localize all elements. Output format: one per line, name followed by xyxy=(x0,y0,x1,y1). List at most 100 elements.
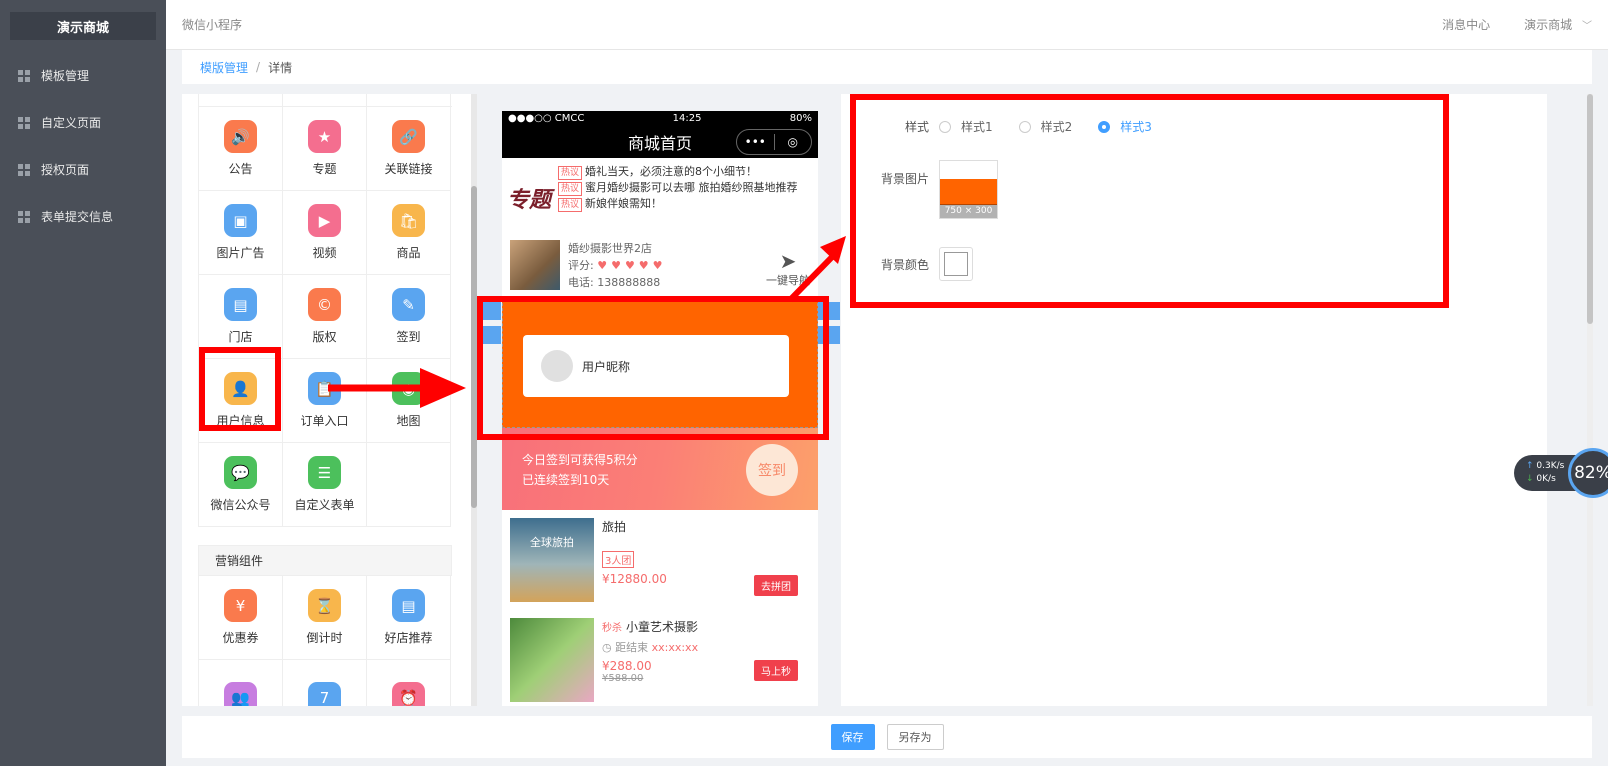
group-buy-goods[interactable]: 全球旅拍 旅拍 3人团 ¥12880.00 去拼团 xyxy=(502,510,818,610)
basic-component-11[interactable]: ◉ 地图 xyxy=(367,359,451,443)
topic-item[interactable]: 热议 婚礼当天，必须注意的8个小细节！ xyxy=(558,164,810,180)
basic-component-10[interactable]: 📋 订单入口 xyxy=(283,359,367,443)
component-label: 微信公众号 xyxy=(210,498,271,512)
message-center-link[interactable]: 消息中心 xyxy=(1442,16,1490,33)
marketing-component-4[interactable]: 7 xyxy=(283,660,367,706)
breadcrumb: 模版管理 / 详情 xyxy=(182,50,1592,84)
save-as-button[interactable]: 另存为 xyxy=(886,724,944,750)
close-icon[interactable]: ◎ xyxy=(775,135,812,149)
sidebar-item-template-management[interactable]: 模板管理 xyxy=(0,52,166,99)
checkin-block[interactable]: 今日签到可获得5积分 已连续签到10天 签到 xyxy=(502,428,818,510)
checkin-button[interactable]: 签到 xyxy=(746,444,798,496)
marketing-component-1[interactable]: ⌛ 倒计时 xyxy=(283,576,367,660)
basic-component-grid: 🔊 公告 ★ 专题 🔗 关联链接 ▣ 图片广告 ▶ 视频 🛍 商品 ▤ 门店 © 版权 ✎ 签到 👤 用户信息 📋 订单入… xyxy=(198,106,452,527)
component-label: 门店 xyxy=(228,330,253,344)
countdown-value: xx:xx:xx xyxy=(651,641,699,654)
heart-icon: ♥♥♥♥♥ xyxy=(597,259,667,272)
breadcrumb-parent-link[interactable]: 模版管理 xyxy=(200,59,248,76)
group-icon: 👥 xyxy=(224,681,257,706)
basic-component-3[interactable]: ▣ 图片广告 xyxy=(199,191,283,275)
announcement-icon: 🔊 xyxy=(224,120,257,153)
sidebar-item-custom-page[interactable]: 自定义页面 xyxy=(0,99,166,146)
download-arrow-icon: ↓ xyxy=(1526,474,1534,484)
component-label: 专题 xyxy=(312,162,337,176)
alarm-icon: ⏰ xyxy=(392,681,425,706)
video-icon: ▶ xyxy=(308,204,341,237)
store-navigate-label: 一键导航 xyxy=(766,274,810,287)
component-label: 签到 xyxy=(396,330,421,344)
marketing-component-5[interactable]: ⏰ xyxy=(367,660,451,706)
marketing-component-grid: ¥ 优惠券 ⌛ 倒计时 ▤ 好店推荐 👥 7 ⏰ xyxy=(198,575,452,706)
topic-item[interactable]: 热议 新娘伴娘需知！ xyxy=(558,196,810,212)
top-bar-title: 微信小程序 xyxy=(182,18,243,32)
component-label: 订单入口 xyxy=(300,414,349,428)
goods-price: ¥288.00 xyxy=(602,659,652,673)
clock-icon: ◷ xyxy=(602,641,612,654)
scrollbar-thumb[interactable] xyxy=(1587,94,1593,324)
phone-status-bar: ●●●○○ CMCC 14:25 80% xyxy=(502,111,818,125)
topic-item-text: 蜜月婚纱摄影可以去哪 旅拍婚纱照基地推荐 xyxy=(585,181,798,194)
map-icon: ◉ xyxy=(392,372,425,405)
basic-component-5[interactable]: 🛍 商品 xyxy=(367,191,451,275)
marketing-component-0[interactable]: ¥ 优惠券 xyxy=(199,576,283,660)
seckill-goods[interactable]: 秒杀 小童艺术摄影 ◷ 距结束 xx:xx:xx ¥288.00 ¥588.00 … xyxy=(502,610,818,706)
link-icon: 🔗 xyxy=(392,120,425,153)
basic-component-7[interactable]: © 版权 xyxy=(283,275,367,359)
component-label: 视频 xyxy=(312,246,337,260)
hot-tag: 热议 xyxy=(558,182,583,196)
sidebar-item-form-submissions[interactable]: 表单提交信息 xyxy=(0,193,166,240)
basic-component-2[interactable]: 🔗 关联链接 xyxy=(367,107,451,191)
goods-price: ¥12880.00 xyxy=(602,572,667,586)
group-buy-button[interactable]: 去拼团 xyxy=(754,575,798,596)
marketing-group-title: 营销组件 xyxy=(198,545,452,575)
grid-icon xyxy=(18,116,30,129)
image-ad-icon: ▣ xyxy=(224,204,257,237)
component-label: 图片广告 xyxy=(216,246,265,260)
topic-item[interactable]: 热议 蜜月婚纱摄影可以去哪 旅拍婚纱照基地推荐 xyxy=(558,180,810,196)
calendar-icon: 7 xyxy=(308,681,341,706)
basic-component-4[interactable]: ▶ 视频 xyxy=(283,191,367,275)
topic-block[interactable]: 专题 热议 婚礼当天，必须注意的8个小细节！ 热议 蜜月婚纱摄影可以去哪 旅拍婚纱照… xyxy=(502,158,818,236)
marketing-component-2[interactable]: ▤ 好店推荐 xyxy=(367,576,451,660)
grid-icon xyxy=(18,210,30,223)
countdown-icon: ⌛ xyxy=(308,589,341,622)
goods-old-price: ¥588.00 xyxy=(602,673,644,684)
sidebar-item-auth-page[interactable]: 授权页面 xyxy=(0,146,166,193)
grid-icon xyxy=(18,69,30,82)
component-label: 版权 xyxy=(312,330,337,344)
sidebar: 演示商城 模板管理 自定义页面 授权页面 表单提交信息 xyxy=(0,0,166,766)
checkin-points-text: 今日签到可获得5积分 xyxy=(522,453,638,467)
basic-component-0[interactable]: 🔊 公告 xyxy=(199,107,283,191)
marketing-component-3[interactable]: 👥 xyxy=(199,660,283,706)
goods-title: 旅拍 xyxy=(602,520,627,534)
breadcrumb-current: 详情 xyxy=(268,60,293,75)
more-icon[interactable]: ••• xyxy=(737,135,774,149)
goods-image-text: 全球旅拍 xyxy=(530,536,574,549)
grid-icon xyxy=(18,163,30,176)
mini-program-capsule[interactable]: ••• ◎ xyxy=(736,129,812,155)
settings-scrollbar[interactable] xyxy=(1587,94,1593,706)
wechat-icon: 💬 xyxy=(224,456,257,489)
basic-component-8[interactable]: ✎ 签到 xyxy=(367,275,451,359)
account-menu[interactable]: 演示商城 ﹀ xyxy=(1524,16,1592,33)
component-label: 倒计时 xyxy=(306,631,343,645)
time-label: 14:25 xyxy=(672,112,702,124)
carrier-label: ●●●○○ CMCC xyxy=(508,112,585,124)
upload-speed: 0.3K/s xyxy=(1536,461,1565,471)
basic-component-12[interactable]: 💬 微信公众号 xyxy=(199,443,283,527)
sidebar-item-label: 表单提交信息 xyxy=(41,210,114,224)
seckill-button[interactable]: 马上秒 xyxy=(754,660,798,681)
save-button[interactable]: 保存 xyxy=(830,724,875,750)
checkin-streak-text: 已连续签到10天 xyxy=(522,473,610,487)
basic-component-1[interactable]: ★ 专题 xyxy=(283,107,367,191)
account-name: 演示商城 xyxy=(1524,18,1573,32)
store-navigate-button[interactable]: ➤ 一键导航 xyxy=(766,250,810,288)
basic-component-13[interactable]: ☰ 自定义表单 xyxy=(283,443,367,527)
download-speed: 0K/s xyxy=(1536,474,1556,484)
store-name: 婚纱摄影世界2店 xyxy=(568,242,652,255)
component-label: 公告 xyxy=(228,162,253,176)
group-size-tag: 3人团 xyxy=(602,551,635,568)
sidebar-item-label: 授权页面 xyxy=(41,163,90,177)
hot-tag: 热议 xyxy=(558,198,583,212)
store-block[interactable]: 婚纱摄影世界2店 评分: ♥♥♥♥♥ 电话: 138888888 ➤ 一键导航 xyxy=(502,236,818,298)
